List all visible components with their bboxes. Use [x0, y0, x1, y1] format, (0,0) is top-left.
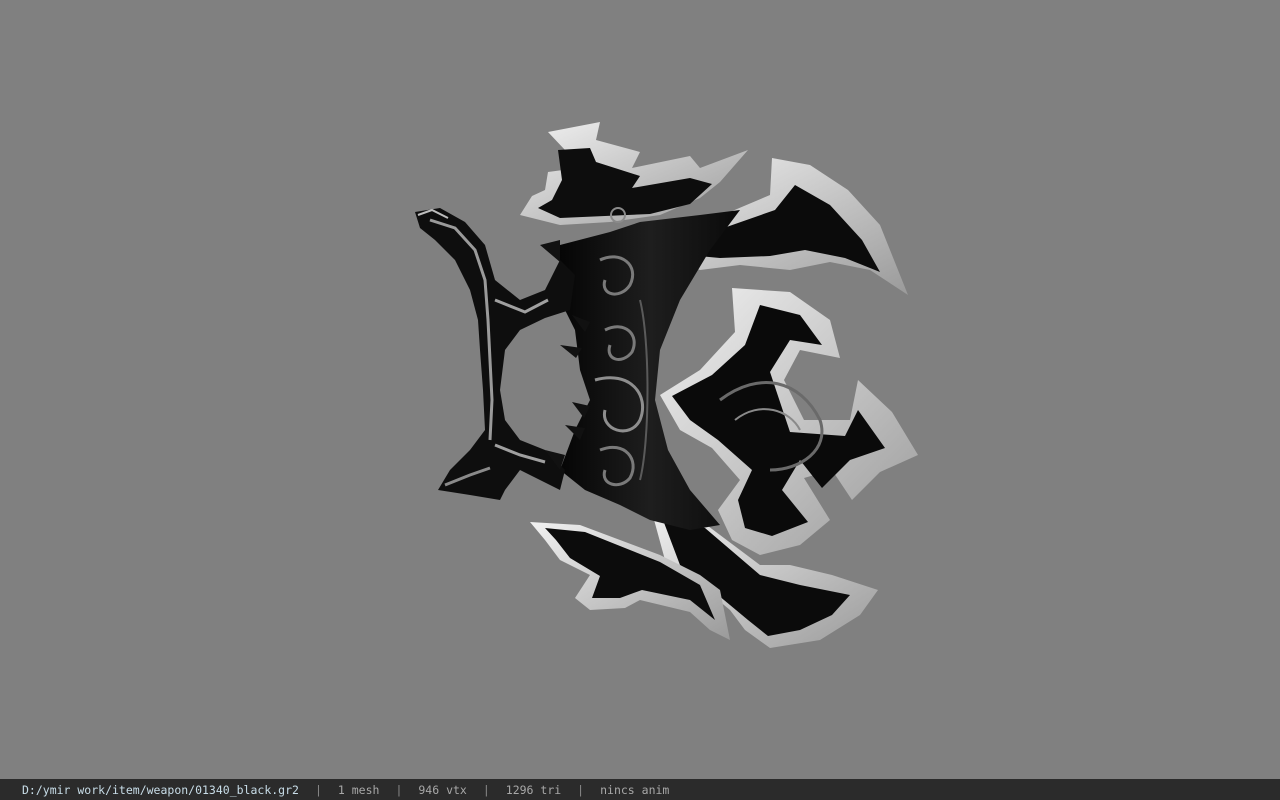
blade-top-left — [520, 122, 748, 225]
3d-viewport[interactable] — [0, 0, 1280, 779]
vertex-count: 946 vtx — [418, 782, 467, 797]
status-bar: D:/ymir work/item/weapon/01340_black.gr2… — [0, 779, 1280, 800]
triangle-count: 1296 tri — [505, 782, 562, 797]
mesh-count: 1 mesh — [337, 782, 380, 797]
file-path: D:/ymir work/item/weapon/01340_black.gr2 — [22, 782, 299, 797]
separator: | — [482, 782, 490, 797]
separator: | — [395, 782, 403, 797]
anim-status: nincs anim — [600, 782, 670, 797]
weapon-model — [415, 122, 918, 648]
separator: | — [577, 782, 585, 797]
separator: | — [314, 782, 322, 797]
